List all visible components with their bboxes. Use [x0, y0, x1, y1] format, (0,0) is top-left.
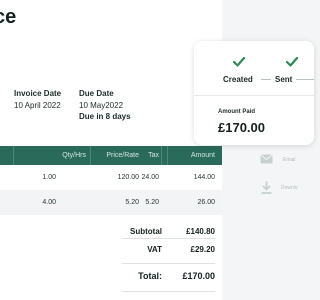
amount-paid-value: £170.00 — [218, 120, 265, 135]
due-date-value: 10 May2022 — [79, 101, 124, 110]
check-icon — [286, 57, 298, 67]
due-note: Due in 8 days — [79, 112, 131, 121]
cell-tax: 24.00 — [141, 174, 159, 181]
vat-value: £29.20 — [190, 245, 215, 254]
status-card: Created Sent Amount Paid £170.00 — [194, 41, 314, 145]
table-row[interactable]: 4.00 5.20 5.20 26.00 — [0, 190, 222, 215]
download-icon[interactable] — [261, 181, 272, 194]
cell-tax: 5.20 — [145, 199, 159, 206]
step-connector — [296, 79, 314, 80]
invoice-card: ce Invoice Date 10 April 2022 Due Date 1… — [0, 0, 222, 300]
cell-qty: 4.00 — [42, 199, 56, 206]
due-date-label: Due Date — [79, 89, 114, 98]
subtotal-label: Subtotal — [130, 227, 162, 236]
table-row[interactable]: 1.00 120.00 24.00 144.00 — [0, 165, 222, 190]
envelope-icon[interactable] — [260, 154, 273, 164]
step-sent: Sent — [275, 75, 293, 84]
column-divider — [167, 146, 168, 165]
download-action[interactable]: Downlo — [281, 185, 298, 191]
invoice-date-value: 10 April 2022 — [14, 101, 61, 110]
vat-label: VAT — [147, 245, 162, 254]
column-header-tax: Tax — [148, 152, 159, 159]
page-title: ce — [0, 6, 17, 28]
step-connector — [261, 79, 271, 80]
totals-divider — [122, 238, 215, 239]
card-divider — [194, 95, 314, 96]
cell-amount: 144.00 — [193, 174, 215, 181]
total-value: £170.00 — [182, 271, 215, 281]
amount-paid-label: Amount Paid — [218, 109, 255, 115]
cell-amount: 26.00 — [197, 199, 215, 206]
column-header-amount: Amount — [190, 152, 215, 159]
column-divider — [161, 146, 162, 165]
subtotal-value: £140.80 — [186, 227, 215, 236]
step-created: Created — [223, 75, 253, 84]
invoice-date-label: Invoice Date — [14, 89, 62, 98]
cell-qty: 1.00 — [42, 174, 56, 181]
table-header: Qty/Hrs Price/Rate Tax Amount — [0, 146, 222, 165]
totals-divider — [122, 291, 215, 292]
check-icon — [233, 57, 245, 67]
totals-divider — [122, 263, 215, 264]
email-action[interactable]: Email — [283, 157, 296, 163]
column-divider — [13, 146, 14, 165]
total-label: Total: — [138, 271, 162, 281]
column-header-qty: Qty/Hrs — [62, 152, 86, 159]
